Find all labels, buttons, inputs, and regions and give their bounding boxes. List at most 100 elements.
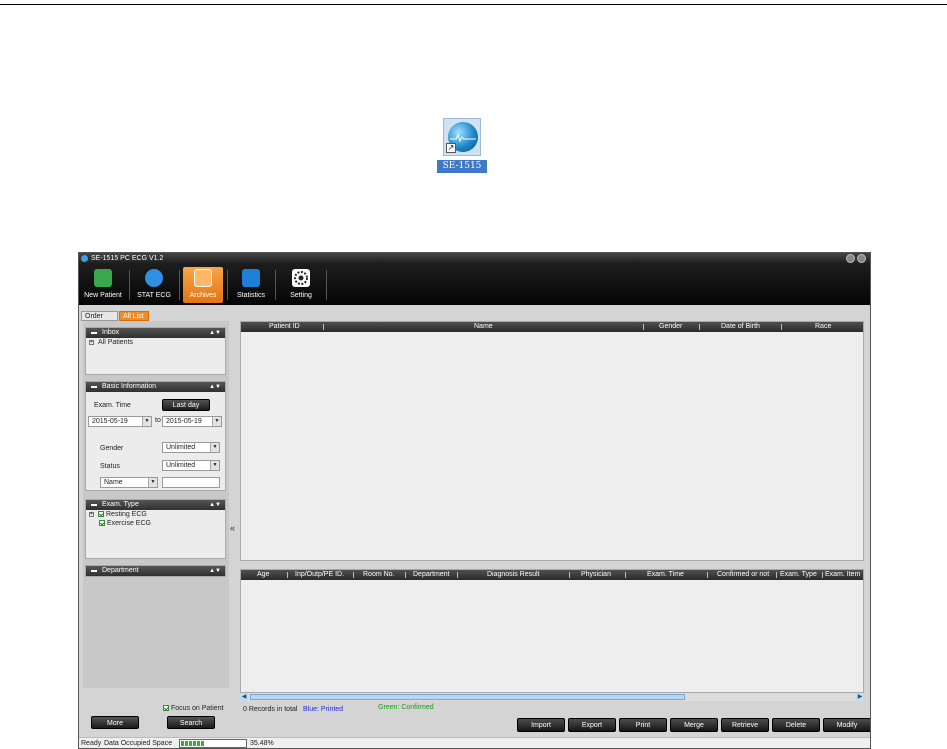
statistics-icon [242,269,260,287]
exam-type-section: Exam. Type ▲▼ + Resting ECG Exercise ECG [85,499,226,559]
search-button[interactable]: Search [167,716,215,729]
retrieve-button[interactable]: Retrieve [721,718,769,732]
scroll-left-icon[interactable]: ◀ [240,693,248,701]
gender-label: Gender [100,445,124,452]
status-label: Status [100,463,120,470]
app-logo-icon [81,255,88,262]
collapse-icon[interactable]: ▲▼ [209,382,221,392]
more-button[interactable]: More [91,716,139,729]
minimize-icon[interactable] [846,254,855,263]
status-select[interactable]: Unlimited ▼ [162,460,220,471]
tree-item-exercise-ecg[interactable]: Exercise ECG [89,519,225,528]
col-gender[interactable]: Gender [659,322,682,332]
col-exam-item[interactable]: Exam. Item [825,570,860,580]
progress-fill [181,741,204,746]
data-occupied-progress [179,739,247,748]
horizontal-scrollbar[interactable]: ◀ ▶ [240,693,864,701]
col-diagnosis-result[interactable]: Diagnosis Result [487,570,540,580]
basic-information-header[interactable]: Basic Information ▲▼ [86,382,225,392]
close-icon[interactable] [857,254,866,263]
department-header[interactable]: Department ▲▼ [86,566,225,576]
chevron-down-icon: ▼ [142,417,151,426]
col-name[interactable]: Name [474,322,493,332]
exam-time-label: Exam. Time [94,402,131,409]
exam-type-header[interactable]: Exam. Type ▲▼ [86,500,225,510]
tree-item-all-patients[interactable]: + All Patients [89,338,225,347]
expand-icon[interactable]: + [89,340,94,345]
date-to-picker[interactable]: 2015-05-19 ▼ [162,416,222,427]
scrollbar-thumb[interactable] [250,694,685,700]
new-patient-button[interactable]: New Patient [81,267,125,303]
col-age[interactable]: Age [257,570,269,580]
merge-button[interactable]: Merge [670,718,718,732]
focus-on-patient-checkbox[interactable] [163,705,169,711]
col-race[interactable]: Race [815,322,831,332]
search-input[interactable] [162,477,220,488]
modify-button[interactable]: Modify [823,718,870,732]
main-toolbar: New Patient STAT ECG Archives Statistics… [79,264,870,305]
col-room-no[interactable]: Room No. [363,570,395,580]
status-bar: Ready Data Occupied Space 35.48% [79,737,870,748]
patient-table: Patient ID Name Gender Date of Birth Rac… [240,321,864,561]
chevron-down-icon: ▼ [212,417,221,426]
window-title: SE-1515 PC ECG V1.2 [91,255,164,262]
col-exam-time[interactable]: Exam. Time [647,570,684,580]
scroll-right-icon[interactable]: ▶ [856,693,864,701]
statistics-button[interactable]: Statistics [231,267,271,303]
gear-icon [292,269,310,287]
data-occupied-label: Data Occupied Space [104,740,173,747]
department-section: Department ▲▼ [85,565,226,577]
print-button[interactable]: Print [619,718,667,732]
checkbox-exercise-ecg[interactable] [99,520,105,526]
status-ready: Ready [81,740,102,747]
focus-on-patient-toggle[interactable]: Focus on Patient [163,705,224,712]
shortcut-arrow-icon: ↗ [446,143,456,153]
archives-icon [194,269,212,287]
tab-order-list[interactable]: Order List [81,311,118,330]
archives-button[interactable]: Archives [183,267,223,303]
patient-table-header: Patient ID Name Gender Date of Birth Rac… [241,322,863,332]
export-button[interactable]: Export [568,718,616,732]
gender-select[interactable]: Unlimited ▼ [162,442,220,453]
col-department[interactable]: Department [413,570,450,580]
chevron-down-icon: ▼ [210,461,219,470]
app-globe-icon: ↗ [443,118,481,156]
collapse-icon[interactable]: ▲▼ [209,566,221,576]
col-date-of-birth[interactable]: Date of Birth [721,322,760,332]
basic-information-section: Basic Information ▲▼ Exam. Time Last day … [85,381,226,491]
collapse-icon[interactable]: ▲▼ [209,328,221,338]
date-from-picker[interactable]: 2015-05-19 ▼ [88,416,152,427]
tab-all-list[interactable]: All List [119,311,149,321]
tree-item-resting-ecg[interactable]: + Resting ECG [89,510,225,519]
exam-table: Age Inp/Outp/PE ID. Room No. Department … [240,569,864,693]
filter-panel: Inbox ▲▼ + All Patients Basic Information ▲… [83,321,229,688]
collapse-icon[interactable]: ▲▼ [209,500,221,510]
col-confirmed-or-not[interactable]: Confirmed or not [717,570,769,580]
setting-button[interactable]: Setting [281,267,321,303]
records-total: 0 Records in total [243,706,298,713]
title-bar: SE-1515 PC ECG V1.2 [79,253,870,264]
expand-icon[interactable]: + [89,512,94,517]
col-inp-outp-pe-id[interactable]: Inp/Outp/PE ID. [295,570,344,580]
exam-table-header: Age Inp/Outp/PE ID. Room No. Department … [241,570,863,580]
desktop-icon-label: SE-1515 [437,160,487,173]
col-patient-id[interactable]: Patient ID [269,322,300,332]
last-day-button[interactable]: Last day [162,399,210,411]
import-button[interactable]: Import [517,718,565,732]
inbox-header[interactable]: Inbox ▲▼ [86,328,225,338]
delete-button[interactable]: Delete [772,718,820,732]
chevron-down-icon: ▼ [210,443,219,452]
checkbox-resting-ecg[interactable] [98,511,104,517]
inbox-section: Inbox ▲▼ + All Patients [85,327,226,375]
data-occupied-percent: 35.48% [250,740,274,747]
search-field-select[interactable]: Name ▼ [100,477,158,488]
col-exam-type[interactable]: Exam. Type [780,570,817,580]
col-physician[interactable]: Physician [581,570,611,580]
legend-green-confirmed: Green: Confirmed [378,704,434,711]
new-patient-icon [94,269,112,287]
desktop-shortcut-se1515[interactable]: ↗ SE-1515 [437,118,487,174]
collapse-panel-icon[interactable]: « [230,523,235,533]
chevron-down-icon: ▼ [148,478,157,487]
stat-ecg-button[interactable]: STAT ECG [133,267,175,303]
stat-ecg-icon [145,269,163,287]
